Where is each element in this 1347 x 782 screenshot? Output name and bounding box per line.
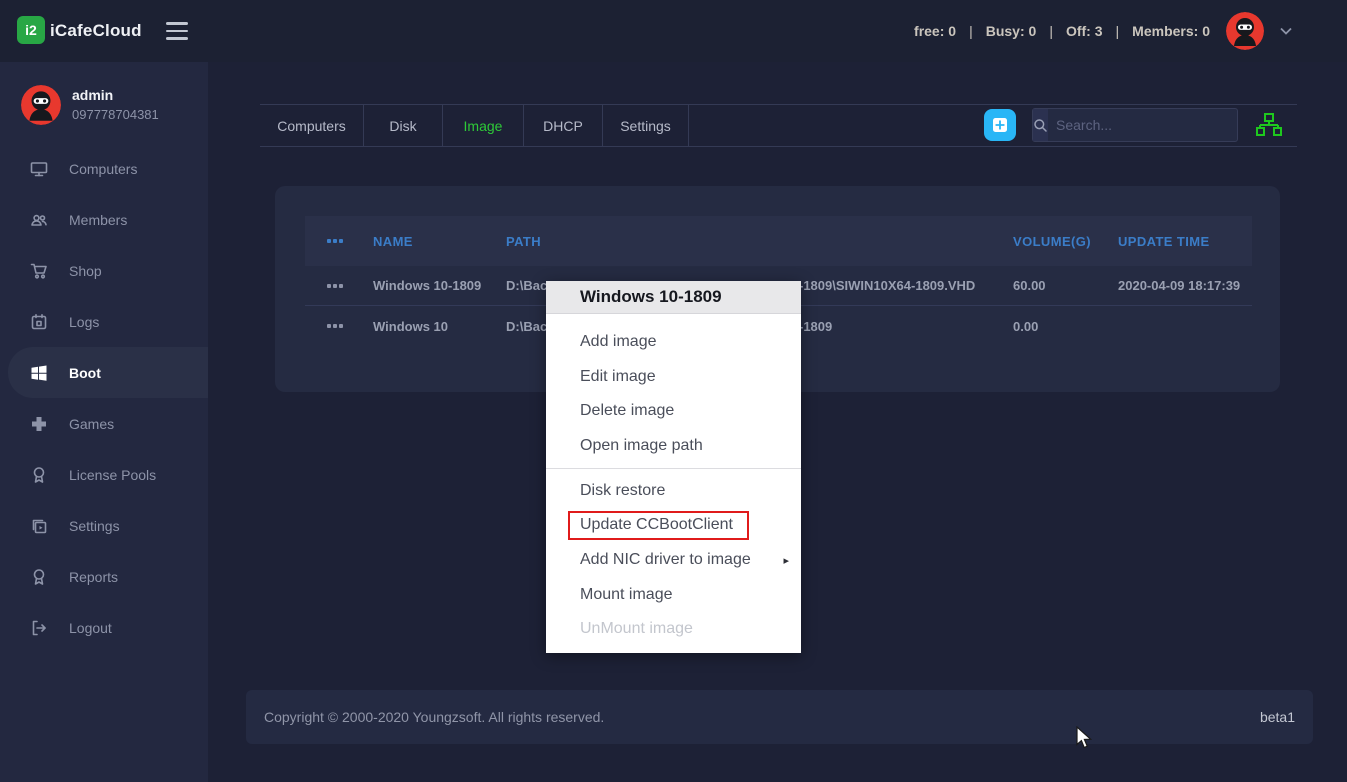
- image-path-start: D:\Bac: [506, 266, 547, 305]
- image-context-menu: Windows 10-1809 Add image Edit image Del…: [546, 281, 801, 653]
- sidebar-item-label: Reports: [69, 569, 118, 585]
- tab-image[interactable]: Image: [443, 105, 524, 146]
- gamepad-icon: [30, 415, 48, 433]
- tab-disk[interactable]: Disk: [364, 105, 443, 146]
- brand-logo-icon: i2: [17, 16, 45, 44]
- image-name: Windows 10: [373, 306, 448, 346]
- copyright-text: Copyright © 2000-2020 Youngzsoft. All ri…: [264, 709, 604, 725]
- version-label: beta1: [1260, 709, 1295, 725]
- sidebar-item-boot[interactable]: Boot: [8, 347, 208, 398]
- column-header-path: PATH: [506, 216, 541, 266]
- sidebar-item-games[interactable]: Games: [0, 398, 208, 449]
- column-header-update-time: UPDATE TIME: [1118, 216, 1210, 266]
- submenu-arrow-icon: ▸: [783, 554, 789, 567]
- calendar-icon: [30, 313, 48, 331]
- highlight-red-box: Update CCBootClient: [568, 511, 749, 540]
- row-actions-icon[interactable]: [327, 324, 343, 328]
- user-phone: 097778704381: [72, 107, 159, 122]
- brand-name: iCafeCloud: [50, 0, 142, 62]
- menu-item-delete-image[interactable]: Delete image: [546, 394, 801, 429]
- sidebar-item-settings[interactable]: Settings: [0, 500, 208, 551]
- add-image-button[interactable]: [984, 109, 1016, 141]
- row-actions-icon: [327, 239, 343, 243]
- menu-divider: [546, 468, 801, 469]
- network-topology-icon[interactable]: [1256, 112, 1282, 138]
- menu-item-add-image[interactable]: Add image: [546, 325, 801, 360]
- search-input[interactable]: [1048, 109, 1245, 141]
- menu-item-mount-image[interactable]: Mount image: [546, 578, 801, 613]
- user-avatar[interactable]: [1226, 12, 1264, 50]
- members-icon: [30, 211, 48, 229]
- sidebar-item-label: Games: [69, 416, 114, 432]
- sidebar-item-label: Members: [69, 212, 127, 228]
- sidebar-item-computers[interactable]: Computers: [0, 143, 208, 194]
- sidebar-item-label: Computers: [69, 161, 137, 177]
- sidebar-item-label: Boot: [69, 365, 101, 381]
- monitor-icon: [30, 160, 48, 178]
- table-header-row: NAME PATH VOLUME(G) UPDATE TIME: [305, 216, 1252, 266]
- tab-settings[interactable]: Settings: [603, 105, 689, 146]
- medal-icon: [30, 568, 48, 586]
- row-actions-icon[interactable]: [327, 284, 343, 288]
- menu-item-edit-image[interactable]: Edit image: [546, 360, 801, 395]
- tab-computers[interactable]: Computers: [260, 105, 364, 146]
- menu-toggle-button[interactable]: [166, 22, 188, 40]
- image-volume: 60.00: [1013, 266, 1046, 305]
- menu-item-add-nic-driver[interactable]: Add NIC driver to image ▸: [546, 543, 801, 578]
- menu-item-disk-restore[interactable]: Disk restore: [546, 474, 801, 509]
- sidebar-item-reports[interactable]: Reports: [0, 551, 208, 602]
- menu-item-update-ccbootclient[interactable]: Update CCBootClient: [546, 509, 801, 544]
- sidebar: admin 097778704381 Computers Members Sho…: [0, 62, 208, 782]
- context-menu-title: Windows 10-1809: [546, 281, 801, 314]
- image-path-end: -1809\SIWIN10X64-1809.VHD: [799, 266, 975, 305]
- sidebar-item-label: Settings: [69, 518, 120, 534]
- top-bar: i2 iCafeCloud free: 0 | Busy: 0 | Off: 3…: [0, 0, 1347, 62]
- image-volume: 0.00: [1013, 306, 1038, 346]
- logout-icon: [30, 619, 48, 637]
- image-name: Windows 10-1809: [373, 266, 481, 305]
- search-box: [1032, 108, 1238, 142]
- tab-dhcp[interactable]: DHCP: [524, 105, 603, 146]
- menu-item-open-image-path[interactable]: Open image path: [546, 429, 801, 464]
- sidebar-item-logout[interactable]: Logout: [0, 602, 208, 653]
- windows-icon: [30, 364, 48, 382]
- sidebar-item-members[interactable]: Members: [0, 194, 208, 245]
- sidebar-item-logs[interactable]: Logs: [0, 296, 208, 347]
- sidebar-item-label: Logout: [69, 620, 112, 636]
- medal-icon: [30, 466, 48, 484]
- app-window: i2 iCafeCloud free: 0 | Busy: 0 | Off: 3…: [0, 0, 1347, 782]
- sidebar-item-shop[interactable]: Shop: [0, 245, 208, 296]
- column-header-name: NAME: [373, 216, 413, 266]
- layers-icon: [30, 517, 48, 535]
- sidebar-user-avatar[interactable]: [21, 85, 61, 125]
- menu-item-unmount-image: UnMount image: [546, 612, 801, 647]
- sidebar-item-license-pools[interactable]: License Pools: [0, 449, 208, 500]
- image-path-end: -1809: [799, 306, 832, 346]
- status-counters: free: 0 | Busy: 0 | Off: 3 | Members: 0: [914, 23, 1210, 39]
- column-header-volume: VOLUME(G): [1013, 216, 1091, 266]
- sidebar-item-label: Shop: [69, 263, 102, 279]
- chevron-down-icon[interactable]: [1280, 27, 1292, 35]
- sidebar-item-label: License Pools: [69, 467, 156, 483]
- cart-icon: [30, 262, 48, 280]
- footer: Copyright © 2000-2020 Youngzsoft. All ri…: [246, 690, 1313, 744]
- sidebar-item-label: Logs: [69, 314, 99, 330]
- plus-icon: [991, 116, 1009, 134]
- image-update-time: 2020-04-09 18:17:39: [1118, 266, 1240, 305]
- search-icon: [1033, 109, 1048, 141]
- user-name: admin: [72, 87, 113, 103]
- image-path-start: D:\Bac: [506, 306, 547, 346]
